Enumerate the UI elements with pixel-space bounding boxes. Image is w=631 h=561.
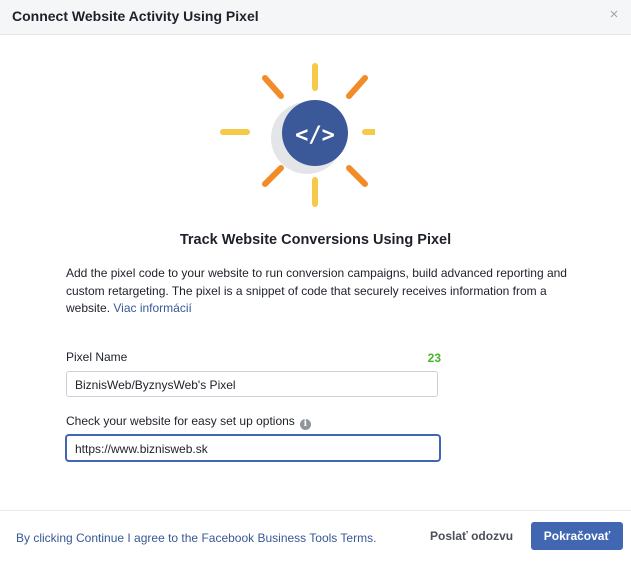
pixel-name-label: Pixel Name xyxy=(66,350,128,364)
page-heading: Track Website Conversions Using Pixel xyxy=(179,232,452,248)
website-url-value: https://www.biznisweb.sk xyxy=(75,442,208,456)
dialog-header: Connect Website Activity Using Pixel × xyxy=(0,0,631,35)
website-label-text: Check your website for easy set up optio… xyxy=(66,414,295,428)
sun-ray-bottom-right xyxy=(346,165,368,187)
pixel-illustration: </> xyxy=(220,63,375,207)
sun-ray-bottom-left xyxy=(262,165,284,187)
pixel-name-input[interactable]: BiznisWeb/ByznysWeb's Pixel xyxy=(66,371,438,397)
description: Add the pixel code to your website to ru… xyxy=(66,265,576,318)
terms-link[interactable]: By clicking Continue I agree to the Face… xyxy=(16,531,376,545)
pixel-name-value: BiznisWeb/ByznysWeb's Pixel xyxy=(75,378,236,392)
website-label: Check your website for easy set up optio… xyxy=(66,414,311,430)
character-counter: 23 xyxy=(427,351,441,365)
sun-ray-top-left xyxy=(262,75,284,99)
close-icon[interactable]: × xyxy=(605,6,623,24)
website-url-input[interactable]: https://www.biznisweb.sk xyxy=(66,435,440,461)
sun-ray-top-right xyxy=(346,75,368,99)
send-feedback-button[interactable]: Poslať odozvu xyxy=(430,529,513,543)
dialog-title: Connect Website Activity Using Pixel xyxy=(12,8,259,24)
continue-button[interactable]: Pokračovať xyxy=(531,522,623,550)
footer-divider xyxy=(0,510,631,511)
code-brackets-icon: </> xyxy=(295,123,335,148)
info-icon[interactable]: i xyxy=(299,419,311,430)
learn-more-link[interactable]: Viac informácií xyxy=(113,301,191,315)
